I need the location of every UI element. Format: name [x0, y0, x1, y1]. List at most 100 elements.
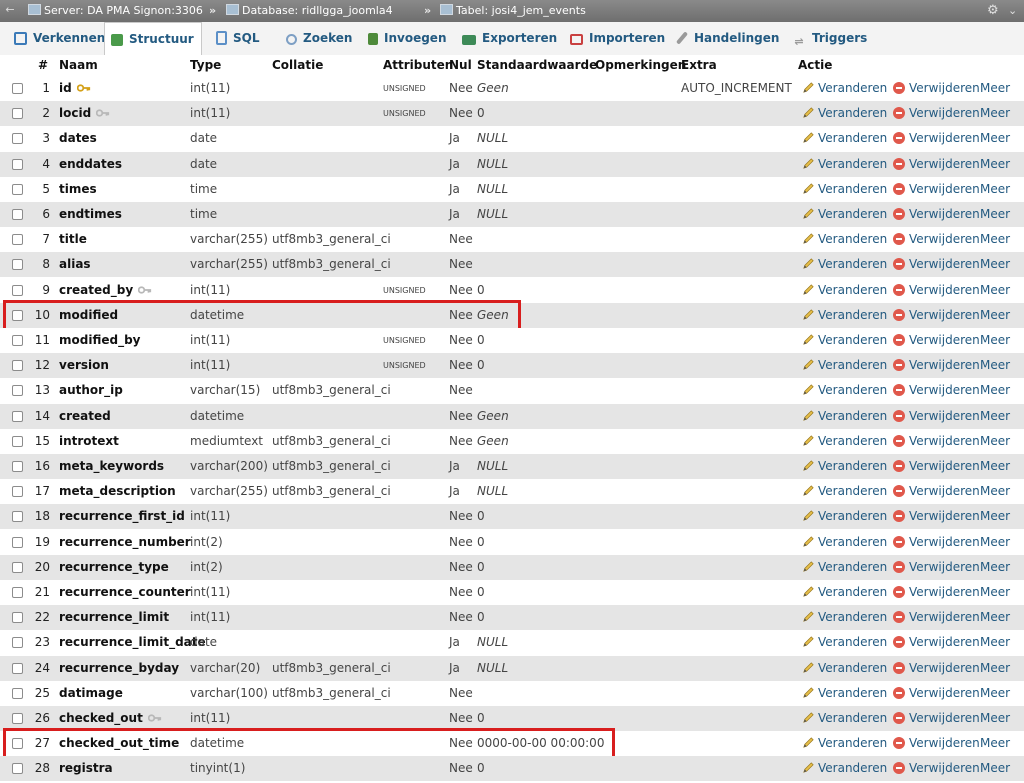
- change-button[interactable]: Veranderen: [802, 555, 887, 580]
- row-checkbox[interactable]: [12, 259, 23, 270]
- change-button[interactable]: Veranderen: [802, 681, 887, 706]
- delete-button[interactable]: Verwijderen: [893, 454, 980, 479]
- header-name[interactable]: Naam: [59, 55, 98, 76]
- column-name[interactable]: times: [59, 177, 97, 202]
- delete-button[interactable]: Verwijderen: [893, 252, 980, 277]
- more-button[interactable]: Meer: [980, 126, 1010, 151]
- delete-button[interactable]: Verwijderen: [893, 555, 980, 580]
- more-button[interactable]: Meer: [980, 101, 1010, 126]
- more-button[interactable]: Meer: [980, 555, 1010, 580]
- change-button[interactable]: Veranderen: [802, 177, 887, 202]
- more-button[interactable]: Meer: [980, 202, 1010, 227]
- change-button[interactable]: Veranderen: [802, 580, 887, 605]
- column-name[interactable]: introtext: [59, 429, 119, 454]
- more-button[interactable]: Meer: [980, 353, 1010, 378]
- tab-zoeken[interactable]: Zoeken: [280, 22, 360, 55]
- tab-triggers[interactable]: ⇌ Triggers: [786, 22, 876, 55]
- more-button[interactable]: Meer: [980, 580, 1010, 605]
- row-checkbox[interactable]: [12, 486, 23, 497]
- column-name[interactable]: recurrence_limit: [59, 605, 169, 630]
- more-button[interactable]: Meer: [980, 479, 1010, 504]
- change-button[interactable]: Veranderen: [802, 756, 887, 781]
- delete-button[interactable]: Verwijderen: [893, 303, 980, 328]
- header-extra[interactable]: Extra: [681, 55, 717, 76]
- tab-verkennen[interactable]: Verkennen: [8, 22, 105, 55]
- delete-button[interactable]: Verwijderen: [893, 126, 980, 151]
- row-checkbox[interactable]: [12, 285, 23, 296]
- delete-button[interactable]: Verwijderen: [893, 353, 980, 378]
- row-checkbox[interactable]: [12, 688, 23, 699]
- delete-button[interactable]: Verwijderen: [893, 706, 980, 731]
- change-button[interactable]: Veranderen: [802, 429, 887, 454]
- column-name[interactable]: modified_by: [59, 328, 141, 353]
- row-checkbox[interactable]: [12, 335, 23, 346]
- delete-button[interactable]: Verwijderen: [893, 177, 980, 202]
- column-name[interactable]: alias: [59, 252, 91, 277]
- more-button[interactable]: Meer: [980, 706, 1010, 731]
- more-button[interactable]: Meer: [980, 656, 1010, 681]
- column-name[interactable]: recurrence_byday: [59, 656, 179, 681]
- column-name[interactable]: created: [59, 404, 111, 429]
- column-name[interactable]: recurrence_type: [59, 555, 169, 580]
- change-button[interactable]: Veranderen: [802, 252, 887, 277]
- more-button[interactable]: Meer: [980, 605, 1010, 630]
- more-button[interactable]: Meer: [980, 530, 1010, 555]
- row-checkbox[interactable]: [12, 612, 23, 623]
- more-button[interactable]: Meer: [980, 429, 1010, 454]
- change-button[interactable]: Veranderen: [802, 101, 887, 126]
- delete-button[interactable]: Verwijderen: [893, 202, 980, 227]
- column-name[interactable]: meta_description: [59, 479, 176, 504]
- more-button[interactable]: Meer: [980, 630, 1010, 655]
- change-button[interactable]: Veranderen: [802, 202, 887, 227]
- delete-button[interactable]: Verwijderen: [893, 278, 980, 303]
- delete-button[interactable]: Verwijderen: [893, 227, 980, 252]
- delete-button[interactable]: Verwijderen: [893, 479, 980, 504]
- tab-structuur[interactable]: Structuur: [104, 22, 202, 56]
- column-name[interactable]: dates: [59, 126, 97, 151]
- column-name[interactable]: enddates: [59, 152, 122, 177]
- tab-exporteren[interactable]: Exporteren: [456, 22, 558, 55]
- settings-gear-icon[interactable]: ⚙: [987, 3, 999, 19]
- more-button[interactable]: Meer: [980, 504, 1010, 529]
- header-collation[interactable]: Collatie: [272, 55, 323, 76]
- more-button[interactable]: Meer: [980, 404, 1010, 429]
- column-name[interactable]: meta_keywords: [59, 454, 164, 479]
- change-button[interactable]: Veranderen: [802, 303, 887, 328]
- delete-button[interactable]: Verwijderen: [893, 731, 980, 756]
- change-button[interactable]: Veranderen: [802, 278, 887, 303]
- breadcrumb-table[interactable]: Tabel: josi4_jem_events: [440, 0, 586, 22]
- header-comments[interactable]: Opmerkingen: [595, 55, 686, 76]
- collapse-icon[interactable]: ⌄: [1008, 3, 1017, 19]
- row-checkbox[interactable]: [12, 360, 23, 371]
- more-button[interactable]: Meer: [980, 756, 1010, 781]
- header-type[interactable]: Type: [190, 55, 221, 76]
- row-checkbox[interactable]: [12, 637, 23, 648]
- delete-button[interactable]: Verwijderen: [893, 756, 980, 781]
- row-checkbox[interactable]: [12, 108, 23, 119]
- column-name[interactable]: datimage: [59, 681, 123, 706]
- row-checkbox[interactable]: [12, 385, 23, 396]
- back-arrow-icon[interactable]: ←: [3, 3, 17, 17]
- more-button[interactable]: Meer: [980, 731, 1010, 756]
- change-button[interactable]: Veranderen: [802, 454, 887, 479]
- change-button[interactable]: Veranderen: [802, 605, 887, 630]
- tab-handelingen[interactable]: Handelingen: [670, 22, 782, 55]
- column-name[interactable]: version: [59, 353, 109, 378]
- row-checkbox[interactable]: [12, 763, 23, 774]
- more-button[interactable]: Meer: [980, 177, 1010, 202]
- more-button[interactable]: Meer: [980, 303, 1010, 328]
- delete-button[interactable]: Verwijderen: [893, 429, 980, 454]
- delete-button[interactable]: Verwijderen: [893, 580, 980, 605]
- column-name[interactable]: id: [59, 76, 91, 101]
- column-name[interactable]: recurrence_first_id: [59, 504, 185, 529]
- row-checkbox[interactable]: [12, 83, 23, 94]
- more-button[interactable]: Meer: [980, 681, 1010, 706]
- change-button[interactable]: Veranderen: [802, 656, 887, 681]
- more-button[interactable]: Meer: [980, 454, 1010, 479]
- more-button[interactable]: Meer: [980, 252, 1010, 277]
- delete-button[interactable]: Verwijderen: [893, 605, 980, 630]
- row-checkbox[interactable]: [12, 587, 23, 598]
- delete-button[interactable]: Verwijderen: [893, 530, 980, 555]
- tab-importeren[interactable]: Importeren: [564, 22, 666, 55]
- delete-button[interactable]: Verwijderen: [893, 656, 980, 681]
